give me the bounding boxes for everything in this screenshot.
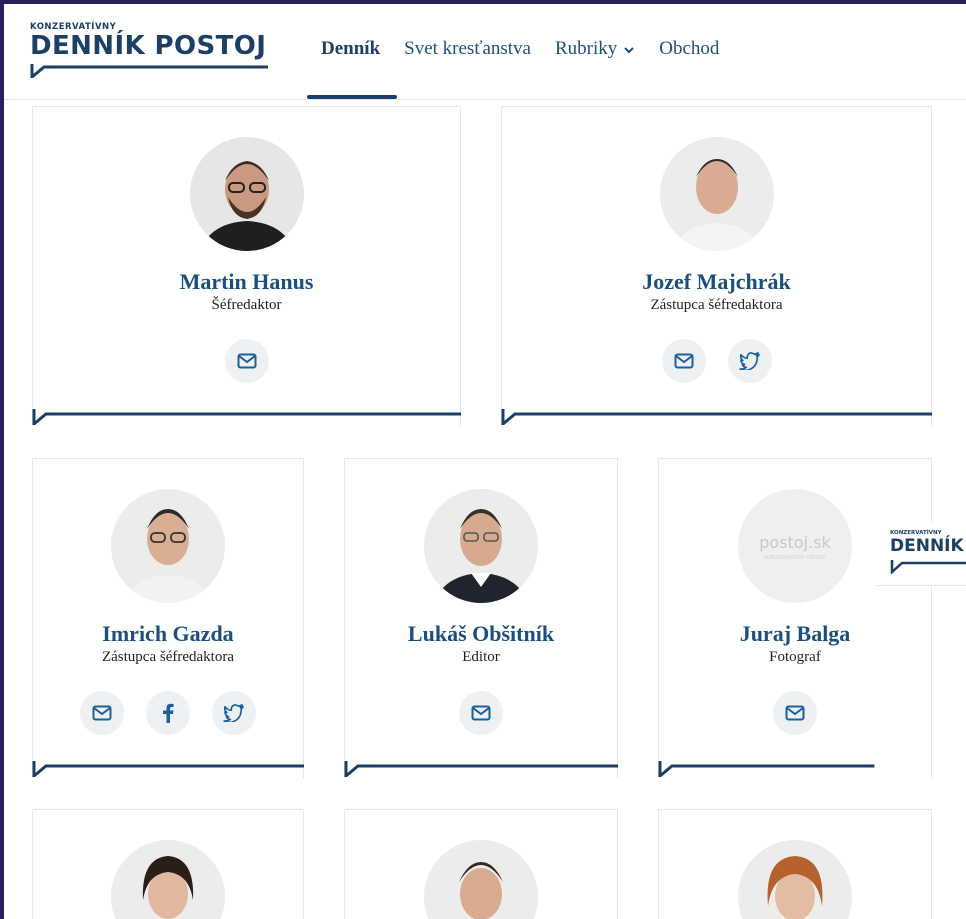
avatar [111,840,225,919]
nav-item-obchod[interactable]: Obchod [647,34,731,70]
contact-icons [659,691,931,735]
nav-label: Obchod [659,38,720,59]
logo-title: DENNÍK POSTOJ [30,31,267,61]
person-card [344,809,618,919]
twitter-icon [223,704,244,722]
person-name[interactable]: Martin Hanus [33,269,460,295]
nav-label: Denník [321,38,381,59]
email-button[interactable] [224,339,269,383]
mail-icon [92,705,112,721]
avatar [738,840,852,919]
contact-icons [502,339,931,383]
avatar [424,840,538,919]
person-role: Šéfredaktor [211,297,282,313]
nav-item-dennik[interactable]: Denník [309,34,392,70]
mail-icon [785,705,805,721]
logo-tail-icon [30,64,268,78]
mail-icon [471,705,491,721]
placeholder-logo-sub: KONZERVATÍVNY DENNÍK [763,555,827,561]
twitter-button[interactable] [212,691,256,735]
placeholder-logo-text: postoj.sk [759,533,831,552]
person-card: Imrich Gazda Zástupca šéfredaktora [32,458,304,778]
person-role: Fotograf [769,649,821,665]
person-card: Martin Hanus Šéfredaktor [32,106,461,426]
email-button[interactable] [661,339,706,383]
avatar-placeholder: postoj.sk KONZERVATÍVNY DENNÍK [738,489,852,603]
nav-item-rubriky[interactable]: Rubriky [543,34,647,70]
person-name[interactable]: Lukáš Obšitník [345,621,617,647]
contact-icons [345,691,617,735]
mail-icon [674,353,693,369]
person-card [32,809,304,919]
person-name[interactable]: Imrich Gazda [33,621,303,647]
twitter-icon [738,352,760,370]
card-tail-icon [32,409,461,425]
person-card: Lukáš Obšitník Editor [344,458,618,778]
person-name[interactable]: Jozef Majchrák [502,269,931,295]
card-tail-icon [658,761,875,777]
avatar [111,489,225,603]
avatar [659,137,774,251]
facebook-icon [163,703,174,723]
nav-active-indicator [307,95,397,99]
site-header: KONZERVATÍVNY DENNÍK POSTOJ Denník Svet … [4,4,966,100]
person-role: Editor [462,649,500,665]
nav-label: Svet kresťanstva [404,38,531,59]
email-button[interactable] [80,691,124,735]
avatar [424,489,538,603]
card-tail-icon [32,761,304,777]
floating-logo-title: DENNÍK [890,536,964,556]
card-tail-icon [344,761,618,777]
email-button[interactable] [459,691,503,735]
email-button[interactable] [773,691,817,735]
site-logo[interactable]: KONZERVATÍVNY DENNÍK POSTOJ [30,22,280,82]
contact-icons [33,339,460,383]
nav-item-svet-krestanstva[interactable]: Svet kresťanstva [392,34,543,70]
facebook-button[interactable] [146,691,190,735]
chevron-down-icon [624,47,634,54]
floating-logo-tail-icon [890,560,966,574]
person-card: Jozef Majchrák Zástupca šéfredaktora [501,106,932,426]
avatar [189,137,304,251]
floating-logo[interactable]: KONZERVATÍVNY DENNÍK [876,522,966,586]
card-tail-icon [501,409,932,425]
contact-icons [33,691,303,735]
mail-icon [237,353,256,369]
person-card [658,809,932,919]
person-role: Zástupca šéfredaktora [101,649,234,665]
twitter-button[interactable] [727,339,772,383]
person-card: postoj.sk KONZERVATÍVNY DENNÍK Juraj Bal… [658,458,932,778]
page: KONZERVATÍVNY DENNÍK POSTOJ Denník Svet … [4,4,966,919]
main-nav: Denník Svet kresťanstva Rubriky Obchod [309,34,731,100]
person-name[interactable]: Juraj Balga [659,621,931,647]
nav-label: Rubriky [554,38,618,59]
person-role: Zástupca šéfredaktora [650,297,783,313]
